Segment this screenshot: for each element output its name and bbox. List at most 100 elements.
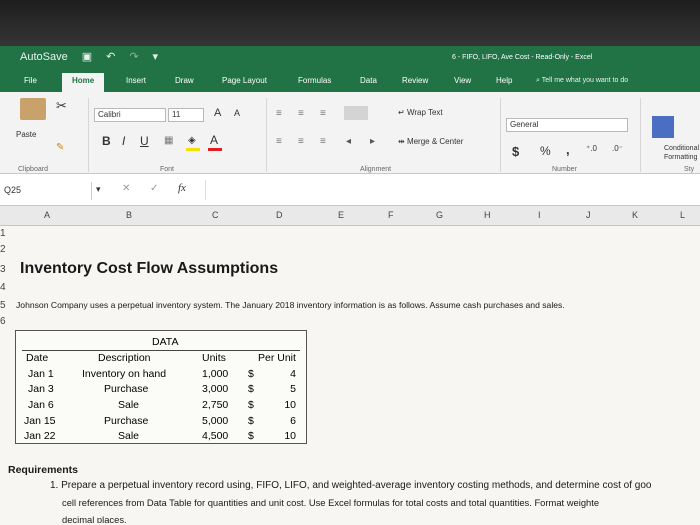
column-header-b[interactable]: B [126,210,132,220]
intro-text[interactable]: Johnson Company uses a perpetual invento… [16,300,565,310]
row-header-4[interactable]: 4 [0,282,10,293]
borders-icon[interactable]: ▦ [164,135,173,146]
shrink-font-button[interactable]: A [234,108,240,118]
save-icon[interactable]: ▣ [82,50,92,63]
paste-clipboard-icon[interactable] [20,98,46,120]
tab-insert[interactable]: Insert [126,76,146,85]
font-color-button[interactable]: A [210,133,218,147]
format-painter-icon[interactable]: ✎ [56,142,64,153]
tab-home[interactable]: Home [62,73,105,92]
column-header-f[interactable]: F [388,210,394,220]
undo-icon[interactable]: ↶ [106,50,115,63]
data-table-title[interactable]: DATA [152,336,178,348]
table-cell-date[interactable]: Jan 6 [28,399,54,411]
table-cell-units[interactable]: 4,500 [202,430,228,442]
formula-input[interactable] [205,180,700,200]
table-cell-date[interactable]: Jan 1 [28,368,54,380]
tab-draw[interactable]: Draw [175,76,194,85]
align-right-icon[interactable]: ≡ [320,136,326,147]
currency-format-button[interactable]: $ [512,144,519,159]
header-per-unit[interactable]: Per Unit [258,352,296,364]
header-date[interactable]: Date [26,352,48,364]
conditional-formatting-button[interactable]: Conditional Formatting [664,144,700,164]
sheet-heading[interactable]: Inventory Cost Flow Assumptions [20,260,278,278]
column-header-e[interactable]: E [338,210,344,220]
column-header-k[interactable]: K [632,210,638,220]
tab-review[interactable]: Review [402,76,428,85]
insert-function-button[interactable]: fx [178,182,186,194]
header-description[interactable]: Description [98,352,151,364]
percent-format-button[interactable]: % [540,144,551,158]
increase-decimal-icon[interactable]: ⁺.0 [586,144,597,153]
cancel-entry-icon[interactable]: ✕ [122,183,130,194]
requirements-title[interactable]: Requirements [8,464,78,476]
tab-view[interactable]: View [454,76,471,85]
conditional-formatting-icon[interactable] [652,116,674,138]
table-cell-date[interactable]: Jan 3 [28,383,54,395]
requirement-1-line-2[interactable]: cell references from Data Table for quan… [62,497,700,508]
table-cell-units[interactable]: 3,000 [202,383,228,395]
table-cell-units[interactable]: 2,750 [202,399,228,411]
name-box-dropdown-icon[interactable]: ▾ [96,184,101,195]
column-header-h[interactable]: H [484,210,491,220]
confirm-entry-icon[interactable]: ✓ [150,183,158,194]
tab-page-layout[interactable]: Page Layout [222,76,267,85]
requirement-1-line-1[interactable]: 1. Prepare a perpetual inventory record … [50,480,700,491]
wrap-text-button[interactable]: ↵ Wrap Text [398,108,443,117]
column-header-d[interactable]: D [276,210,283,220]
increase-indent-icon[interactable]: ▸ [370,136,375,147]
redo-icon[interactable]: ↷ [129,50,138,63]
font-name-box[interactable]: Calibri [94,108,166,122]
header-units[interactable]: Units [202,352,226,364]
row-header-1[interactable]: 1 [0,228,10,239]
column-header-j[interactable]: J [586,210,591,220]
table-cell-description[interactable]: Sale [118,399,139,411]
table-cell-units[interactable]: 5,000 [202,415,228,427]
table-cell-description[interactable]: Sale [118,430,139,442]
align-bottom-icon[interactable]: ≡ [320,108,326,119]
table-cell-currency[interactable]: $ [248,399,254,411]
table-cell-currency[interactable]: $ [248,368,254,380]
table-cell-description[interactable]: Purchase [104,383,148,395]
bold-button[interactable]: B [102,134,111,148]
tab-help[interactable]: Help [496,76,512,85]
paste-button[interactable]: Paste [16,130,36,139]
name-box[interactable]: Q25 [0,182,92,200]
align-middle-icon[interactable]: ≡ [298,108,304,119]
requirement-1-line-3[interactable]: decimal places. [62,514,127,523]
comma-style-button[interactable]: , [566,142,570,157]
column-header-a[interactable]: A [44,210,50,220]
column-header-c[interactable]: C [212,210,219,220]
decrease-decimal-icon[interactable]: .0⁻ [612,144,623,153]
underline-button[interactable]: U [140,134,149,148]
grow-font-button[interactable]: A [214,107,221,119]
row-header-2[interactable]: 2 [0,244,10,255]
row-header-5[interactable]: 5 [0,300,10,311]
number-format-select[interactable]: General [506,118,628,132]
column-header-l[interactable]: L [680,210,685,220]
table-cell-currency[interactable]: $ [248,383,254,395]
table-cell-currency[interactable]: $ [248,415,254,427]
table-cell-date[interactable]: Jan 15 [24,415,56,427]
align-center-icon[interactable]: ≡ [298,136,304,147]
autosave-label[interactable]: AutoSave [20,51,68,63]
orientation-icon[interactable] [344,106,368,120]
fill-color-icon[interactable]: ◈ [188,135,196,146]
column-header-i[interactable]: I [538,210,541,220]
align-left-icon[interactable]: ≡ [276,136,282,147]
table-cell-description[interactable]: Purchase [104,415,148,427]
italic-button[interactable]: I [122,134,125,148]
merge-center-button[interactable]: ⇹ Merge & Center [398,137,463,146]
tab-file[interactable]: File [24,76,37,85]
tell-me-search[interactable]: ⌕ Tell me what you want to do [536,77,628,85]
cut-icon[interactable]: ✂ [56,98,67,114]
customize-qat-icon[interactable]: ▾ [153,50,159,63]
tab-data[interactable]: Data [360,76,377,85]
table-cell-date[interactable]: Jan 22 [24,430,56,442]
worksheet-grid[interactable]: 1 2 3 4 5 6 Inventory Cost Flow Assumpti… [0,226,700,525]
font-size-box[interactable]: 11 [168,108,204,122]
table-cell-currency[interactable]: $ [248,430,254,442]
tab-formulas[interactable]: Formulas [298,76,331,85]
decrease-indent-icon[interactable]: ◂ [346,136,351,147]
column-header-g[interactable]: G [436,210,443,220]
